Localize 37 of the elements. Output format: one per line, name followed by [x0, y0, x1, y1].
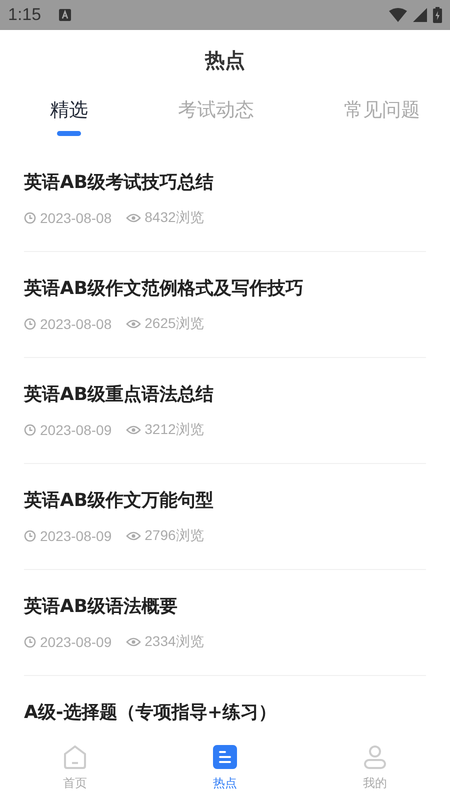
view-count: 2625浏览 [144, 315, 204, 333]
eye-icon [126, 319, 141, 329]
page-title: 热点 [205, 46, 245, 74]
article-date: 2023-08-09 [40, 528, 112, 544]
clock-icon [24, 636, 36, 648]
document-icon [213, 744, 237, 768]
view-count: 3212浏览 [144, 421, 204, 439]
eye-icon [126, 531, 141, 541]
article-title[interactable]: A级-选择题（专项指导+练习） [24, 701, 276, 725]
eye-icon [126, 213, 141, 223]
article-date: 2023-08-08 [40, 210, 112, 226]
article-title[interactable]: 英语AB级重点语法总结 [24, 383, 214, 407]
article-date: 2023-08-09 [40, 422, 112, 438]
article-date: 2023-08-09 [40, 634, 112, 650]
eye-icon [126, 637, 141, 647]
clock-icon [24, 424, 36, 436]
eye-icon [126, 425, 141, 435]
signal-icon [413, 8, 427, 22]
article-title[interactable]: 英语AB级语法概要 [24, 595, 178, 619]
clock-icon [24, 530, 36, 542]
clock-icon [24, 318, 36, 330]
notification-icon [59, 9, 72, 21]
person-icon [363, 744, 387, 768]
nav-item[interactable]: 热点 [150, 735, 300, 801]
status-time: 1:15 [8, 5, 42, 25]
view-count: 2334浏览 [144, 633, 204, 651]
article-title[interactable]: 英语AB级考试技巧总结 [24, 171, 214, 195]
view-count: 8432浏览 [144, 209, 204, 227]
article-title[interactable]: 英语AB级作文万能句型 [24, 489, 214, 513]
wifi-icon [389, 8, 407, 22]
home-icon [63, 744, 87, 768]
tab[interactable]: 精选 [44, 90, 94, 146]
article-date: 2023-08-08 [40, 316, 112, 332]
article-title[interactable]: 英语AB级作文范例格式及写作技巧 [24, 277, 304, 301]
battery-icon [433, 7, 442, 23]
view-count: 2796浏览 [144, 527, 204, 545]
clock-icon [24, 212, 36, 224]
